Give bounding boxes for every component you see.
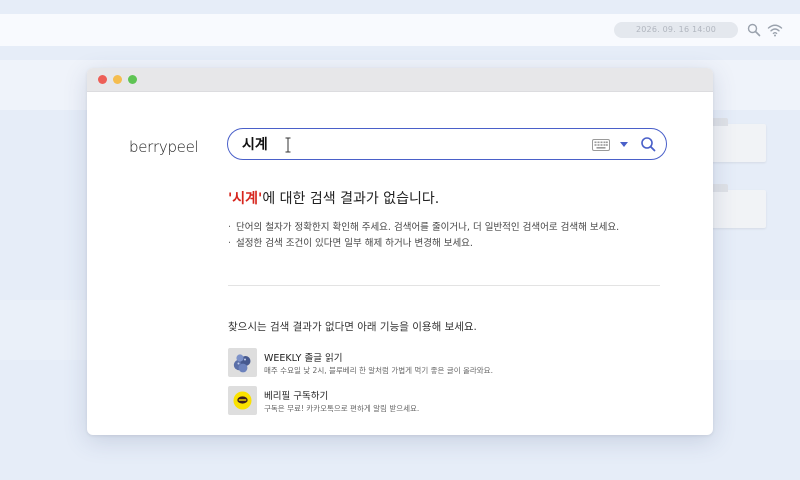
search-tips-list: 단어의 철자가 정확한지 확인해 주세요. 검색어를 줄이거나, 더 일반적인 … [228, 220, 698, 252]
kakaotalk-thumbnail [228, 386, 257, 415]
minimize-window-button[interactable] [113, 75, 122, 84]
suggestion-title: WEEKLY 졸글 읽기 [264, 353, 343, 364]
text-cursor-icon [285, 137, 291, 153]
maximize-window-button[interactable] [128, 75, 137, 84]
svg-text:berrypeel: berrypeel [129, 138, 198, 156]
kakaotalk-icon [233, 391, 252, 410]
menubar-clock: 2026. 09. 16 14:00 [614, 22, 738, 38]
no-result-message: '시계'에 대한 검색 결과가 없습니다. [228, 188, 688, 208]
berrypeel-logo[interactable]: berrypeel [129, 135, 219, 159]
desktop-folder[interactable] [706, 118, 766, 162]
desktop-folder[interactable] [706, 184, 766, 228]
wifi-icon[interactable] [767, 22, 783, 38]
chevron-down-icon[interactable] [620, 142, 628, 148]
search-tip: 설정한 검색 조건이 있다면 일부 해제 하거나 변경해 보세요. [228, 236, 698, 252]
suggestion-weekly[interactable]: WEEKLY 졸글 읽기 매주 수요일 낮 2시, 블루베리 한 알처럼 가볍게… [228, 348, 668, 378]
suggestion-subscribe[interactable]: 베리필 구독하기 구독은 무료! 카카오톡으로 편하게 알림 받으세요. [228, 386, 668, 416]
search-input[interactable] [242, 135, 582, 153]
suggestions-heading: 찾으시는 검색 결과가 없다면 아래 기능을 이용해 보세요. [228, 321, 477, 333]
search-icon[interactable] [640, 136, 656, 152]
blueberry-thumbnail [228, 348, 257, 377]
query-highlight: '시계' [228, 191, 263, 207]
no-result-text: 에 대한 검색 결과가 없습니다. [262, 191, 440, 207]
suggestion-description: 매주 수요일 낮 2시, 블루베리 한 알처럼 가볍게 먹기 좋은 글이 올라와… [264, 366, 493, 375]
keyboard-icon[interactable] [592, 139, 610, 151]
menu-bar: 2026. 09. 16 14:00 [0, 14, 800, 46]
suggestion-title: 베리필 구독하기 [264, 391, 329, 402]
blueberry-icon [233, 354, 251, 373]
spotlight-search-icon[interactable] [746, 22, 762, 38]
search-box [227, 128, 667, 160]
suggestion-description: 구독은 무료! 카카오톡으로 편하게 알림 받으세요. [264, 404, 420, 413]
section-divider [228, 285, 660, 286]
browser-window: berrypeel 시계 '시계'에 대한 검색 결과가 없습니다. · 단어의… [87, 68, 713, 435]
search-tip: 단어의 철자가 정확한지 확인해 주세요. 검색어를 줄이거나, 더 일반적인 … [228, 220, 698, 236]
close-window-button[interactable] [98, 75, 107, 84]
window-titlebar[interactable] [87, 68, 713, 92]
